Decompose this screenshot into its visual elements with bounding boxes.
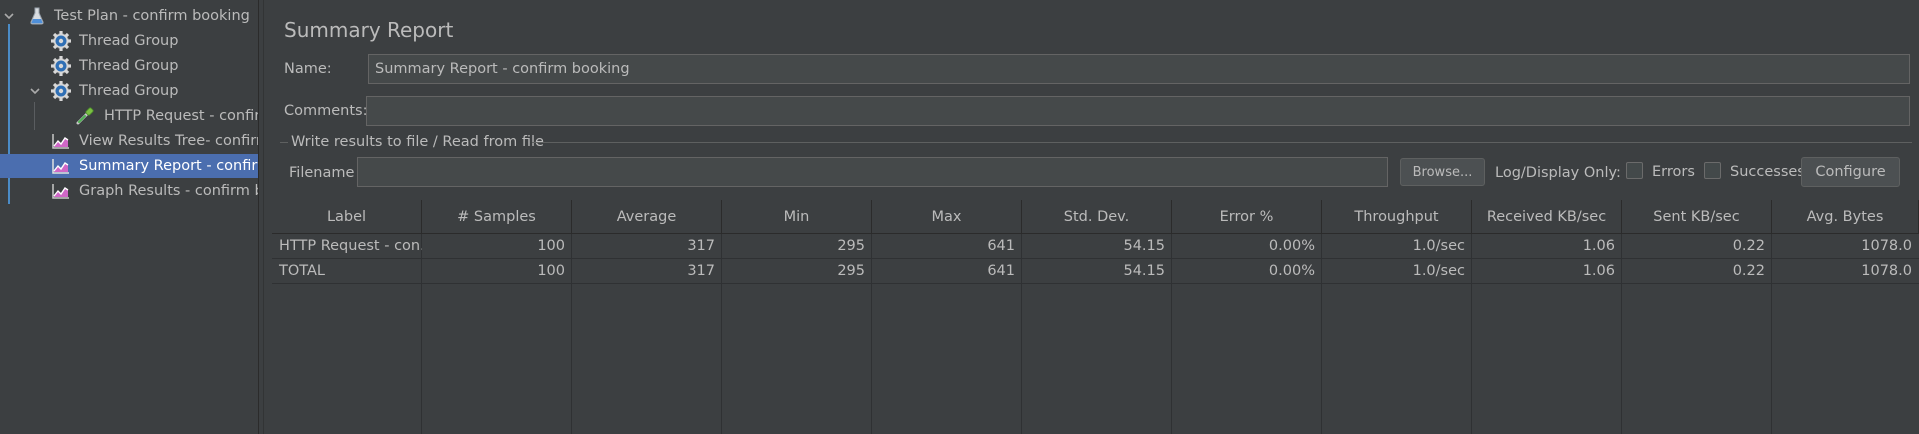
errors-checkbox[interactable] — [1626, 162, 1643, 179]
row-divider — [272, 283, 1919, 284]
group-divider — [532, 142, 1912, 143]
pipette-icon — [74, 105, 96, 127]
cell-average: 317 — [687, 238, 715, 254]
tree-item-view-results-tree[interactable]: View Results Tree- confirm — [0, 129, 258, 153]
chart-icon — [50, 155, 72, 177]
gear-icon — [50, 30, 72, 52]
column-header-std-dev[interactable]: Std. Dev. — [1022, 200, 1172, 234]
cell-max: 641 — [987, 263, 1015, 279]
cell-sent-kbsec: 0.22 — [1732, 238, 1765, 254]
configure-button[interactable]: Configure — [1801, 157, 1900, 187]
cell-min: 295 — [837, 238, 865, 254]
chevron-down-icon[interactable] — [2, 9, 16, 23]
cell-max: 641 — [987, 238, 1015, 254]
summary-report-panel: Summary Report Name: Summary Report - co… — [264, 0, 1919, 434]
cell-received-kbsec: 1.06 — [1582, 238, 1615, 254]
name-field[interactable]: Summary Report - confirm booking — [368, 54, 1910, 84]
column-header-label[interactable]: Label — [272, 200, 422, 234]
browse-button[interactable]: Browse... — [1400, 158, 1485, 186]
comments-field[interactable] — [366, 96, 1910, 126]
cell-average: 317 — [687, 263, 715, 279]
tree-item-thread-group[interactable]: Thread Group — [0, 29, 258, 53]
cell-throughput: 1.0/sec — [1412, 238, 1465, 254]
log-display-label: Log/Display Only: — [1495, 165, 1621, 181]
column-header-received-kbsec[interactable]: Received KB/sec — [1472, 200, 1622, 234]
tree-item-label: View Results Tree- confirm — [79, 133, 258, 149]
cell-error-pct: 0.00% — [1268, 238, 1315, 254]
cell-throughput: 1.0/sec — [1412, 263, 1465, 279]
group-divider — [280, 142, 288, 143]
comments-label: Comments: — [284, 103, 368, 119]
column-header-average[interactable]: Average — [572, 200, 722, 234]
file-group-title: Write results to file / Read from file — [291, 134, 544, 150]
filename-field[interactable] — [357, 157, 1388, 187]
errors-label[interactable]: Errors — [1652, 164, 1695, 180]
cell-std-dev: 54.15 — [1123, 238, 1165, 254]
cell-label: HTTP Request - con... — [279, 238, 422, 254]
chart-icon — [50, 180, 72, 202]
column-header-sent-kbsec[interactable]: Sent KB/sec — [1622, 200, 1772, 234]
tree-item-label: Thread Group — [79, 58, 179, 74]
tree-item-graph-results[interactable]: Graph Results - confirm boo — [0, 179, 258, 203]
tree-item-test-plan[interactable]: Test Plan - confirm booking — [0, 4, 258, 28]
tree-item-label: Graph Results - confirm boo — [79, 183, 258, 199]
gear-icon — [50, 80, 72, 102]
tree-item-label: Summary Report - confirm — [79, 158, 258, 174]
cell-sent-kbsec: 0.22 — [1732, 263, 1765, 279]
tree-item-label: Thread Group — [79, 83, 179, 99]
cell-std-dev: 54.15 — [1123, 263, 1165, 279]
flask-icon — [26, 5, 48, 27]
cell-samples: 100 — [537, 238, 565, 254]
results-table[interactable]: Label # Samples Average Min Max Std. Dev. Erro… — [272, 200, 1919, 434]
cell-min: 295 — [837, 263, 865, 279]
tree-item-label: HTTP Request - confirm — [104, 108, 258, 124]
tree-item-label: Thread Group — [79, 33, 179, 49]
name-field-value: Summary Report - confirm booking — [375, 61, 630, 77]
cell-received-kbsec: 1.06 — [1582, 263, 1615, 279]
cell-label: TOTAL — [279, 263, 325, 279]
chart-icon — [50, 130, 72, 152]
tree-item-thread-group[interactable]: Thread Group — [0, 54, 258, 78]
gear-icon — [50, 55, 72, 77]
tree-item-http-request[interactable]: HTTP Request - confirm — [0, 104, 258, 128]
cell-error-pct: 0.00% — [1268, 263, 1315, 279]
successes-checkbox[interactable] — [1704, 162, 1721, 179]
column-header-throughput[interactable]: Throughput — [1322, 200, 1472, 234]
test-plan-tree[interactable]: Test Plan - confirm booking Thread Group… — [0, 0, 258, 434]
filename-label: Filename — [289, 165, 355, 181]
name-label: Name: — [284, 61, 332, 77]
tree-item-thread-group[interactable]: Thread Group — [0, 79, 258, 103]
column-header-samples[interactable]: # Samples — [422, 200, 572, 234]
cell-samples: 100 — [537, 263, 565, 279]
cell-avg-bytes: 1078.0 — [1861, 238, 1912, 254]
tree-item-summary-report[interactable]: Summary Report - confirm — [0, 154, 258, 178]
column-header-min[interactable]: Min — [722, 200, 872, 234]
column-header-max[interactable]: Max — [872, 200, 1022, 234]
column-header-error-pct[interactable]: Error % — [1172, 200, 1322, 234]
page-title: Summary Report — [284, 18, 454, 42]
cell-avg-bytes: 1078.0 — [1861, 263, 1912, 279]
column-header-avg-bytes[interactable]: Avg. Bytes — [1772, 200, 1919, 234]
table-row[interactable]: TOTAL 100 317 295 641 54.15 0.00% 1.0/sec 1.06 0.… — [272, 259, 1919, 283]
table-row[interactable]: HTTP Request - con... 100 317 295 641 54.15 0.… — [272, 234, 1919, 258]
tree-item-label: Test Plan - confirm booking — [54, 8, 250, 24]
successes-label[interactable]: Successes — [1730, 164, 1805, 180]
chevron-down-icon[interactable] — [28, 84, 42, 98]
